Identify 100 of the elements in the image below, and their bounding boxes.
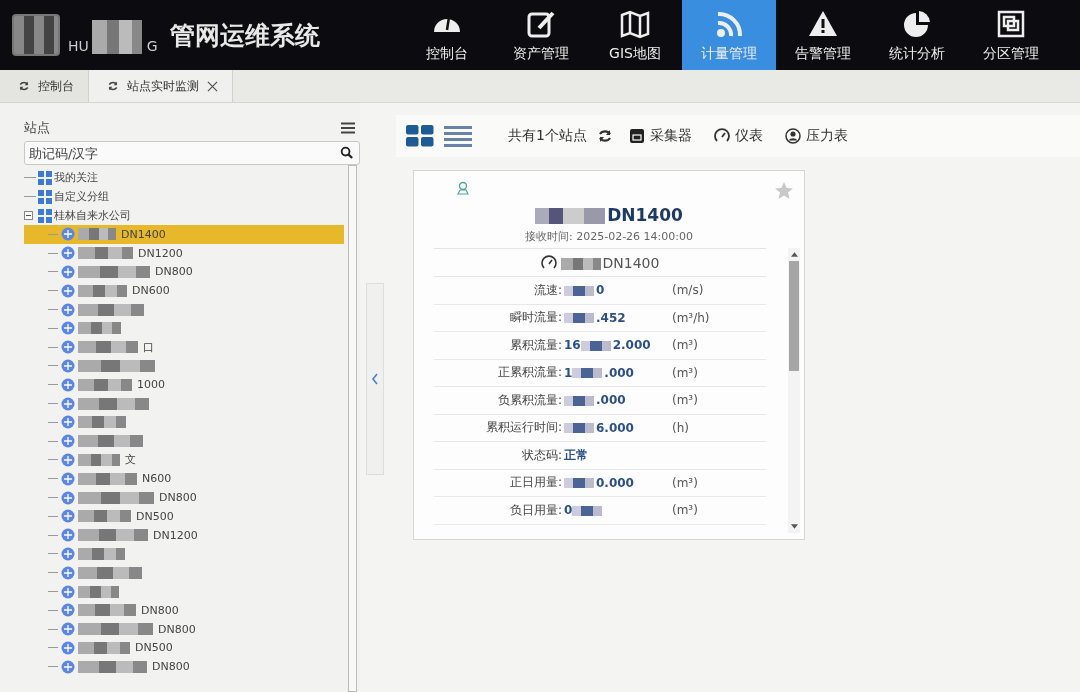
station-icon [61, 546, 75, 561]
field-label: 累积流量: [508, 336, 562, 354]
station-icon [61, 283, 75, 298]
search-icon [340, 146, 353, 159]
nav-tab[interactable]: 分区管理 [964, 0, 1058, 70]
panel-collapse-handle[interactable] [366, 283, 384, 475]
gauge-icon [713, 128, 730, 144]
unit-label: (m³) [672, 475, 699, 490]
station-icon [61, 265, 75, 279]
grid-folder-icon [38, 170, 52, 185]
unit-label: (m/s) [672, 283, 705, 298]
station-item[interactable]: N600 [24, 469, 344, 489]
app-title: 管网运维系统 [169, 19, 320, 52]
tree-group[interactable]: 我的关注 [54, 170, 98, 185]
tree-group[interactable]: 桂林自来水公司 [54, 208, 131, 223]
close-icon[interactable] [207, 80, 218, 92]
field-label: 负日用量: [508, 501, 562, 519]
tab-label: 站点实时监测 [127, 77, 199, 95]
station-item[interactable]: DN800 [24, 657, 344, 677]
menu-icon[interactable] [341, 122, 355, 134]
station-icon [61, 622, 75, 637]
field-label: 状态码: [520, 446, 562, 464]
station-item[interactable]: DN1200 [24, 243, 344, 263]
received-time: 接收时间: 2025-02-26 14:00:00 [524, 229, 694, 244]
nav-tab[interactable]: 控制台 [400, 0, 494, 70]
grid-view-icon[interactable] [406, 125, 434, 147]
field-label: 瞬时流量: [508, 309, 562, 327]
grid-folder-icon [38, 189, 52, 204]
field-value: .000 [562, 393, 672, 408]
collapse-toggle[interactable] [24, 211, 33, 220]
station-item[interactable]: DN600 [24, 281, 344, 301]
unit-label: (m³) [672, 393, 699, 408]
refresh-icon [18, 80, 30, 92]
station-icon [61, 434, 75, 449]
station-item[interactable]: DN1400 [24, 225, 344, 244]
page-tab[interactable]: 站点实时监测 [89, 70, 233, 102]
panel-title: 站点 [24, 119, 50, 137]
field-label: 正日用量: [508, 474, 562, 492]
nav-tab[interactable]: 统计分析 [870, 0, 964, 70]
station-item[interactable]: DN500 [24, 638, 344, 658]
unit-label: (m³) [672, 503, 699, 518]
scrollbar[interactable] [788, 248, 800, 533]
station-icon [61, 471, 75, 486]
field-label: 正累积流量: [496, 364, 562, 382]
tab-label: 控制台 [38, 77, 74, 95]
field-value: 0.000 [562, 475, 672, 490]
filter-button[interactable]: 采集器 [622, 127, 698, 145]
station-item[interactable]: 文 [24, 450, 344, 470]
location-pin-icon[interactable] [456, 181, 470, 195]
scrollbar[interactable] [348, 165, 357, 692]
station-icon [61, 640, 75, 655]
station-item[interactable]: DN500 [24, 506, 344, 526]
scroll-down-icon[interactable] [790, 524, 798, 529]
station-title: DN1400 [434, 205, 784, 225]
scroll-up-icon[interactable] [790, 252, 798, 257]
nav-tab[interactable]: 告警管理 [776, 0, 870, 70]
station-icon [61, 302, 75, 317]
station-item[interactable]: 1000 [24, 375, 344, 395]
station-item[interactable]: DN800 [24, 619, 344, 639]
field-value: 0 [562, 503, 672, 518]
station-item[interactable]: DN800 [24, 488, 344, 507]
field-value: 1 .000 [563, 365, 635, 380]
filter-button[interactable]: 压力表 [778, 127, 854, 145]
station-icon [61, 509, 75, 524]
refresh-icon [107, 80, 119, 92]
station-item[interactable]: DN1200 [24, 525, 344, 545]
unit-label: (m³) [672, 365, 699, 380]
device-icon [628, 128, 645, 144]
page-tab[interactable]: 控制台 [0, 70, 89, 102]
station-icon [61, 321, 75, 336]
station-icon [61, 528, 75, 543]
list-view-icon[interactable] [444, 125, 472, 147]
field-value: 0 [562, 283, 672, 298]
unit-label: (m³/h) [672, 310, 711, 325]
station-icon [61, 659, 75, 674]
station-icon [61, 584, 75, 599]
gauge-icon [540, 254, 557, 271]
chevron-left-icon [371, 373, 379, 385]
station-icon [61, 246, 75, 261]
station-icon [61, 358, 75, 373]
field-value: .452 [562, 310, 672, 325]
filter-button[interactable]: 仪表 [707, 127, 769, 145]
field-value: 正常 [563, 446, 589, 464]
station-item[interactable]: DN800 [24, 262, 344, 282]
station-item[interactable]: DN800 [24, 600, 344, 620]
station-icon [61, 490, 75, 505]
field-label: 累积运行时间: [484, 419, 562, 437]
station-icon [61, 603, 75, 618]
logo-redacted-block [12, 14, 60, 56]
unit-label: (m³) [672, 338, 699, 353]
star-icon[interactable] [774, 181, 794, 201]
nav-tab[interactable]: 资产管理 [494, 0, 588, 70]
station-icon [61, 452, 75, 467]
station-item[interactable]: 口 [24, 337, 344, 357]
refresh-icon[interactable] [596, 128, 613, 144]
field-label: 流速: [532, 281, 562, 299]
tree-group[interactable]: 自定义分组 [54, 189, 109, 204]
nav-tab[interactable]: GIS地图 [588, 0, 682, 70]
unit-label: (h) [672, 420, 690, 435]
search-field[interactable]: 助记码/汉字 [24, 141, 360, 165]
